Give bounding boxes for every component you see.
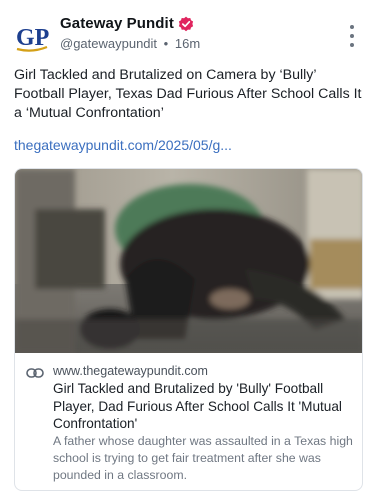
post-timestamp[interactable]: 16m: [175, 36, 200, 51]
post-link[interactable]: thegatewaypundit.com/2025/05/g...: [14, 137, 232, 153]
avatar[interactable]: GP: [12, 18, 52, 58]
author-name[interactable]: Gateway Pundit: [60, 15, 174, 32]
gateway-pundit-logo: GP: [16, 25, 49, 52]
link-description: A father whose daughter was assaulted in…: [53, 434, 353, 482]
verified-badge-icon: [178, 16, 194, 32]
more-vertical-icon[interactable]: [342, 24, 362, 48]
author-handle[interactable]: @gatewaypundit: [60, 36, 157, 51]
handle-row: @gatewaypundit • 16m: [60, 36, 200, 51]
link-preview-image: [15, 169, 362, 353]
link-preview-meta: www.thegatewaypundit.com Girl Tackled an…: [15, 353, 362, 490]
link-title[interactable]: Girl Tackled and Brutalized by 'Bully' F…: [53, 380, 353, 433]
link-domain: www.thegatewaypundit.com: [53, 364, 208, 378]
post-header: GP Gateway Pundit @gatewaypundit • 16m: [0, 0, 378, 60]
separator-dot: •: [163, 36, 169, 51]
link-preview-card[interactable]: www.thegatewaypundit.com Girl Tackled an…: [14, 168, 363, 491]
author-row: Gateway Pundit: [60, 15, 194, 32]
post-text: Girl Tackled and Brutalized on Camera by…: [14, 67, 362, 121]
link-icon: [26, 368, 44, 378]
